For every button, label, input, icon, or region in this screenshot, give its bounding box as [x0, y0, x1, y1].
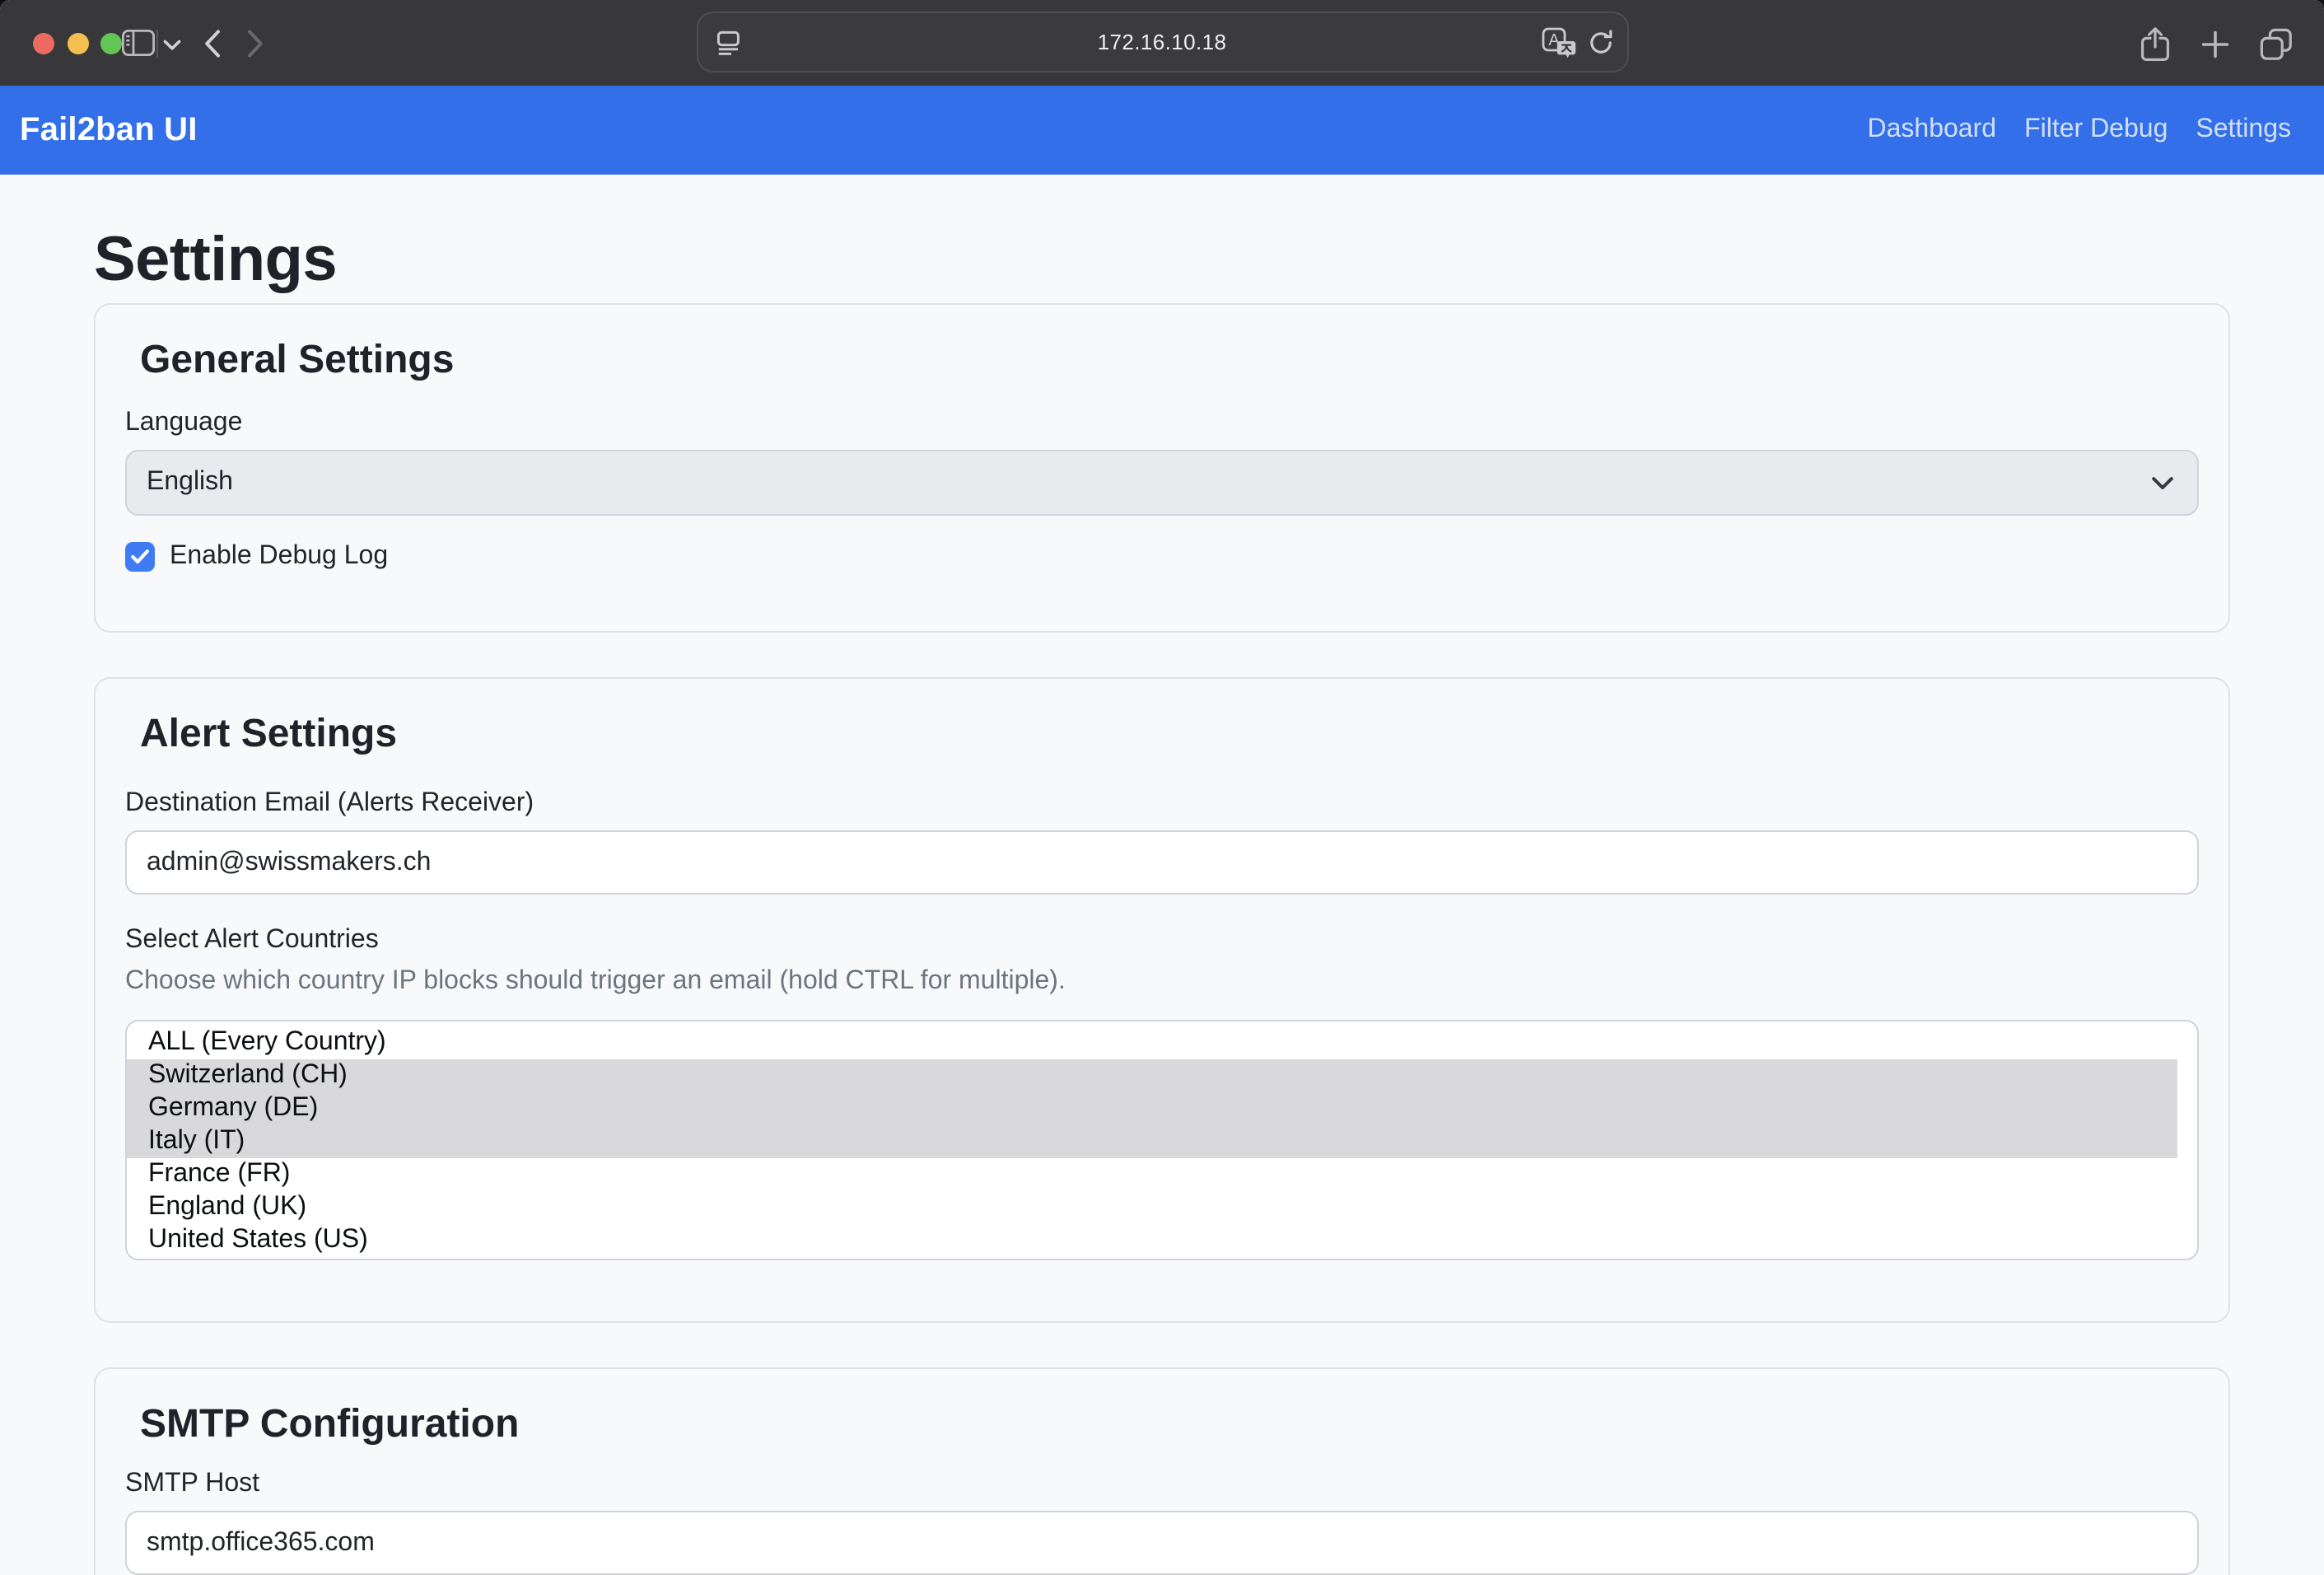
- new-tab-icon[interactable]: [2200, 30, 2230, 59]
- alert-countries-label: Select Alert Countries: [125, 924, 2199, 956]
- page-title: Settings: [94, 224, 2230, 297]
- general-settings-card: General Settings Language English Enable…: [94, 303, 2230, 633]
- translate-icon[interactable]: A: [1541, 26, 1575, 58]
- app-brand[interactable]: Fail2ban UI: [20, 111, 198, 149]
- country-option[interactable]: Switzerland (CH): [127, 1059, 2177, 1092]
- page-content: Settings General Settings Language Engli…: [0, 175, 2324, 1575]
- back-icon[interactable]: [204, 30, 221, 58]
- zoom-window-button[interactable]: [100, 33, 122, 54]
- forward-icon[interactable]: [247, 30, 264, 58]
- smtp-configuration-card: SMTP Configuration SMTP Host smtp.office…: [94, 1367, 2230, 1575]
- tab-overview-icon[interactable]: [2260, 28, 2293, 61]
- destination-email-input[interactable]: admin@swissmakers.ch: [125, 830, 2199, 895]
- debug-log-row: Enable Debug Log: [125, 542, 2199, 572]
- sidebar-toggle-icon[interactable]: [122, 30, 155, 56]
- nav-link[interactable]: Filter Debug: [2024, 115, 2168, 145]
- nav-links: Dashboard Filter Debug Settings: [1868, 115, 2292, 145]
- smtp-host-input[interactable]: smtp.office365.com: [125, 1511, 2199, 1575]
- country-option[interactable]: ALL (Every Country): [127, 1026, 2197, 1059]
- enable-debug-label[interactable]: Enable Debug Log: [170, 542, 388, 572]
- language-label: Language: [125, 407, 2199, 438]
- destination-email-label: Destination Email (Alerts Receiver): [125, 788, 2199, 819]
- enable-debug-checkbox[interactable]: [125, 542, 155, 572]
- language-select[interactable]: English: [125, 450, 2199, 516]
- country-option[interactable]: United States (US): [127, 1224, 2197, 1257]
- browser-toolbar: 172.16.10.18 A: [0, 0, 2324, 86]
- smtp-configuration-title: SMTP Configuration: [140, 1402, 2199, 1448]
- alert-countries-listbox[interactable]: ALL (Every Country)Switzerland (CH)Germa…: [125, 1020, 2199, 1260]
- page-format-icon[interactable]: [716, 30, 740, 54]
- country-option[interactable]: England (UK): [127, 1191, 2197, 1224]
- country-option[interactable]: France (FR): [127, 1158, 2197, 1191]
- alert-settings-title: Alert Settings: [140, 712, 2199, 758]
- nav-link[interactable]: Settings: [2196, 115, 2291, 145]
- reload-icon[interactable]: [1587, 29, 1613, 55]
- country-option[interactable]: Italy (IT): [127, 1125, 2177, 1158]
- general-settings-title: General Settings: [140, 338, 2199, 384]
- language-select-value: English: [147, 468, 233, 498]
- url-text: 172.16.10.18: [1098, 30, 1227, 54]
- select-chevron-icon: [2151, 475, 2174, 490]
- address-bar[interactable]: 172.16.10.18 A: [696, 12, 1628, 72]
- browser-window: 172.16.10.18 A: [0, 0, 2324, 1575]
- chevron-down-icon[interactable]: [163, 40, 181, 51]
- share-icon[interactable]: [2140, 26, 2171, 63]
- minimize-window-button[interactable]: [67, 33, 88, 54]
- app-navbar: Fail2ban UI Dashboard Filter Debug Setting…: [0, 86, 2324, 175]
- toolbar-divider: [156, 30, 158, 58]
- country-option[interactable]: Germany (DE): [127, 1092, 2177, 1125]
- window-controls: [33, 33, 122, 54]
- close-window-button[interactable]: [33, 33, 54, 54]
- alert-countries-help: Choose which country IP blocks should tr…: [125, 965, 2199, 997]
- nav-link[interactable]: Dashboard: [1868, 115, 1997, 145]
- alert-settings-card: Alert Settings Destination Email (Alerts…: [94, 677, 2230, 1323]
- smtp-host-label: SMTP Host: [125, 1468, 2199, 1499]
